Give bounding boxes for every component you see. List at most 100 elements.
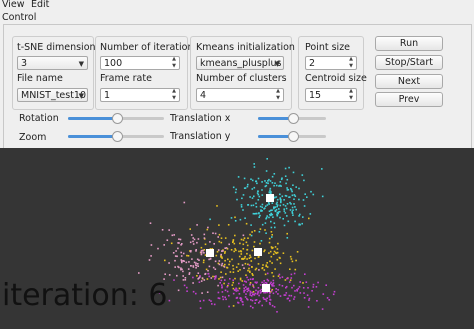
scatter-point (276, 251, 279, 254)
scatter-point (311, 290, 313, 292)
scatter-point (272, 279, 275, 282)
spin-arrows-icon[interactable]: ▲ ▼ (170, 57, 178, 69)
scatter-point (290, 277, 293, 279)
translation-y-slider[interactable] (258, 131, 326, 143)
scatter-point (196, 224, 198, 226)
scatter-point (211, 303, 213, 305)
stop-start-button[interactable]: Stop/Start (375, 55, 443, 70)
kmeans-init-value: kmeans_plusplus (200, 58, 282, 69)
scatter-point (312, 286, 315, 288)
scatter-point (276, 201, 278, 204)
centroid-size-spinbox[interactable]: 15 ▲ ▼ (305, 88, 357, 102)
scatter-point (163, 244, 165, 246)
scatter-point (321, 308, 324, 310)
scatter-point (202, 299, 205, 302)
scatter-point (285, 207, 288, 210)
scatter-point (232, 186, 235, 189)
spin-arrows-icon[interactable]: ▲ ▼ (274, 89, 282, 101)
scatter-point (233, 250, 235, 253)
rotation-slider[interactable] (68, 113, 164, 125)
scatter-point (171, 234, 174, 237)
slider-handle[interactable] (288, 131, 299, 142)
menu-view[interactable]: View (2, 0, 25, 10)
scatter-point (269, 292, 271, 294)
scatter-point (221, 276, 224, 279)
translation-x-slider[interactable] (258, 113, 326, 125)
scatter-point (286, 215, 288, 217)
scatter-point (267, 201, 270, 204)
scatter-point (284, 194, 287, 197)
scatter-point (264, 205, 267, 207)
scatter-point (206, 291, 209, 293)
slider-handle[interactable] (288, 113, 299, 124)
scatter-point (266, 262, 268, 264)
spin-arrows-icon[interactable]: ▲ ▼ (347, 89, 355, 101)
prev-button[interactable]: Prev (375, 92, 443, 107)
scatter-point (203, 237, 206, 239)
scatter-point (287, 297, 289, 300)
scatter-point (278, 185, 280, 187)
scatter-point (273, 184, 275, 187)
scatter-point (253, 286, 255, 289)
scatter-point (295, 208, 297, 211)
scatter-point (280, 201, 282, 204)
iteration-count-spinbox[interactable]: 100 ▲ ▼ (100, 56, 180, 70)
scatter-point (271, 182, 274, 184)
centroid-marker (262, 284, 270, 292)
scatter-point (270, 281, 272, 284)
next-button[interactable]: Next (375, 74, 443, 89)
scatter-point (279, 181, 282, 183)
scatter-point (196, 241, 198, 244)
scatter-point (232, 281, 234, 284)
scatter-point (295, 259, 297, 262)
scatter-point (182, 260, 185, 262)
scatter-point (232, 268, 235, 270)
slider-handle[interactable] (112, 131, 123, 142)
scatter-point (234, 234, 236, 237)
scatter-point (268, 191, 271, 194)
scatter-point (290, 294, 293, 297)
scatter-point (277, 242, 279, 245)
scatter-point (269, 187, 272, 190)
scatter-point (261, 189, 263, 191)
scatter-point (249, 233, 251, 236)
scatter-point (280, 178, 283, 181)
scatter-point (246, 185, 249, 188)
scatter-point (302, 199, 305, 201)
scatter-point (261, 194, 264, 196)
iteration-count-label: Number of iteration (100, 42, 194, 53)
scatter-point (240, 238, 243, 241)
scatter-point (248, 264, 251, 266)
scatter-point (253, 241, 256, 243)
scatter-point (322, 293, 325, 295)
scatter-point (271, 262, 273, 264)
spin-arrows-icon[interactable]: ▲ ▼ (170, 89, 178, 101)
scatter-point (227, 224, 230, 226)
scatter-point (254, 257, 256, 260)
file-name-select[interactable]: MNIST_test10 ▼ (17, 88, 88, 102)
scatter-point (251, 299, 254, 302)
kmeans-init-label: Kmeans initialization (196, 42, 295, 53)
scatter-point (234, 277, 236, 280)
scatter-point (278, 208, 280, 210)
scatter-point (278, 273, 281, 276)
scatter-point (312, 283, 315, 286)
slider-handle[interactable] (112, 113, 123, 124)
frame-rate-spinbox[interactable]: 1 ▲ ▼ (100, 88, 180, 102)
spin-arrows-icon[interactable]: ▲ ▼ (347, 57, 355, 69)
visualization-canvas[interactable]: iteration: 6 (0, 148, 474, 329)
zoom-slider[interactable] (68, 131, 164, 143)
clusters-spinbox[interactable]: 4 ▲ ▼ (196, 88, 284, 102)
scatter-point (217, 297, 220, 299)
kmeans-init-select[interactable]: kmeans_plusplus ▼ (196, 56, 284, 70)
tsne-dimension-select[interactable]: 3 ▼ (17, 56, 88, 70)
menu-edit[interactable]: Edit (31, 0, 49, 10)
scatter-point (227, 282, 230, 285)
scatter-point (251, 179, 254, 182)
run-button[interactable]: Run (375, 36, 443, 51)
scatter-point (249, 292, 252, 294)
file-name-label: File name (17, 73, 63, 84)
scatter-point (220, 264, 223, 267)
point-size-spinbox[interactable]: 2 ▲ ▼ (305, 56, 357, 70)
scatter-point (259, 205, 262, 208)
